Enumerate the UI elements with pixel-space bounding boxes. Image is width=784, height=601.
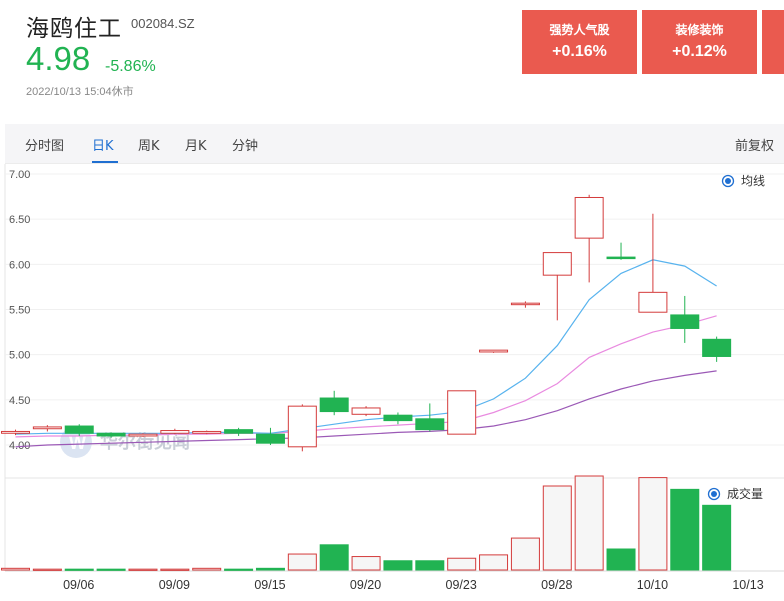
y-tick-label: 7.00 — [9, 169, 30, 181]
y-tick-label: 4.50 — [9, 395, 30, 407]
volume-bar — [96, 568, 126, 571]
volume-bar — [702, 504, 732, 571]
stock-name: 海鸥住工 — [26, 16, 122, 42]
volume-bar — [192, 567, 222, 571]
volume-bar — [287, 553, 317, 571]
volume-bar — [319, 544, 349, 571]
volume-bar — [160, 568, 190, 571]
ma-legend-label: 均线 — [741, 174, 765, 188]
candle-body — [160, 430, 190, 434]
candlestick-series — [1, 194, 732, 452]
volume-bar — [415, 560, 445, 571]
candle-body — [255, 433, 285, 444]
volume-bar — [255, 567, 285, 571]
radio-dot-icon — [725, 178, 731, 184]
y-tick-label: 5.00 — [9, 350, 30, 362]
volume-bar — [383, 560, 413, 571]
volume-bar — [670, 488, 700, 571]
volume-bar — [542, 485, 572, 571]
volume-bar — [574, 475, 604, 571]
x-tick-label: 09/09 — [159, 578, 190, 592]
y-tick-label: 6.50 — [9, 214, 30, 226]
candle-body — [32, 426, 62, 430]
candle-body — [319, 397, 349, 413]
candle-body — [96, 432, 126, 437]
candle-body — [574, 196, 604, 239]
volume-bar — [224, 568, 254, 571]
date-axis: 09/06 09/09 09/15 09/20 09/23 09/28 10/10 10/13 — [63, 578, 764, 592]
volume-bar — [32, 568, 62, 571]
candle-body — [224, 429, 254, 434]
volume-bar — [606, 548, 636, 571]
volume-bar — [638, 477, 668, 571]
tab-weekly-k[interactable]: 周K — [138, 135, 160, 154]
candle-body — [447, 390, 477, 435]
tab-minute[interactable]: 分钟 — [232, 135, 258, 154]
volume-legend[interactable]: 成交量 — [707, 486, 764, 501]
candle-body — [287, 405, 317, 448]
y-tick-label: 6.00 — [9, 259, 30, 271]
candle-body — [542, 252, 572, 276]
sector-name: 强势人气股 — [549, 23, 610, 37]
x-tick-label: 10/10 — [637, 578, 668, 592]
x-tick-label: 10/13 — [732, 578, 763, 592]
kline-chart[interactable]: 7.006.506.005.505.004.504.00 W 华尔街见闻 09/… — [0, 164, 784, 601]
x-tick-label: 09/15 — [254, 578, 285, 592]
radio-dot-icon — [711, 491, 717, 497]
volume-series — [1, 475, 732, 571]
candle-body — [670, 314, 700, 329]
candle-body — [192, 430, 222, 434]
sector-change: +0.16% — [552, 43, 607, 60]
volume-bar — [351, 556, 381, 571]
sector-card-partial[interactable] — [762, 10, 784, 74]
y-tick-label: 5.50 — [9, 305, 30, 317]
quote-timestamp: 2022/10/13 15:04休市 — [26, 86, 134, 98]
volume-bar — [479, 554, 509, 571]
candle-body — [638, 291, 668, 313]
quote-header: 海鸥住工 002084.SZ 4.98 -5.86% 2022/10/13 15… — [0, 0, 784, 124]
candle-body — [606, 256, 636, 260]
candle-body — [702, 338, 732, 357]
x-tick-label: 09/23 — [446, 578, 477, 592]
candle-body — [351, 407, 381, 415]
candle-body — [510, 302, 540, 306]
sector-name: 装修装饰 — [675, 23, 724, 37]
volume-bar — [64, 568, 94, 571]
sector-change: +0.12% — [672, 43, 727, 60]
tab-monthly-k[interactable]: 月K — [185, 135, 207, 154]
candle-body — [1, 430, 30, 434]
ma-legend[interactable]: 均线 — [721, 174, 766, 188]
candle-body — [479, 349, 509, 353]
candle-body — [64, 425, 94, 434]
volume-bar — [1, 567, 30, 571]
tab-daily-k[interactable]: 日K — [92, 135, 114, 154]
sector-card-strong-popular[interactable]: 强势人气股 +0.16% — [522, 10, 637, 74]
price-axis: 7.006.506.005.505.004.504.00 — [9, 169, 30, 452]
volume-bar — [128, 568, 158, 571]
candle-body — [415, 418, 445, 431]
sector-card-decoration[interactable]: 装修装饰 +0.12% — [642, 10, 757, 74]
price-change-percent: -5.86% — [105, 58, 156, 75]
volume-bar — [447, 557, 477, 571]
candle-body — [383, 414, 413, 422]
active-tab-indicator — [92, 161, 118, 163]
volume-legend-label: 成交量 — [727, 486, 763, 501]
ma10-line — [15, 315, 717, 438]
x-tick-label: 09/06 — [63, 578, 94, 592]
tab-intraday[interactable]: 分时图 — [25, 135, 64, 154]
x-tick-label: 09/28 — [541, 578, 572, 592]
chart-tab-bar: 分时图 日K 周K 月K 分钟 前复权 — [5, 124, 784, 164]
volume-bar — [510, 537, 540, 571]
x-tick-label: 09/20 — [350, 578, 381, 592]
forward-adjust-toggle[interactable]: 前复权 — [735, 135, 774, 154]
stock-price: 4.98 — [26, 40, 91, 77]
stock-code: 002084.SZ — [131, 16, 195, 31]
moving-average-lines — [15, 259, 717, 448]
candle-body — [128, 433, 158, 437]
